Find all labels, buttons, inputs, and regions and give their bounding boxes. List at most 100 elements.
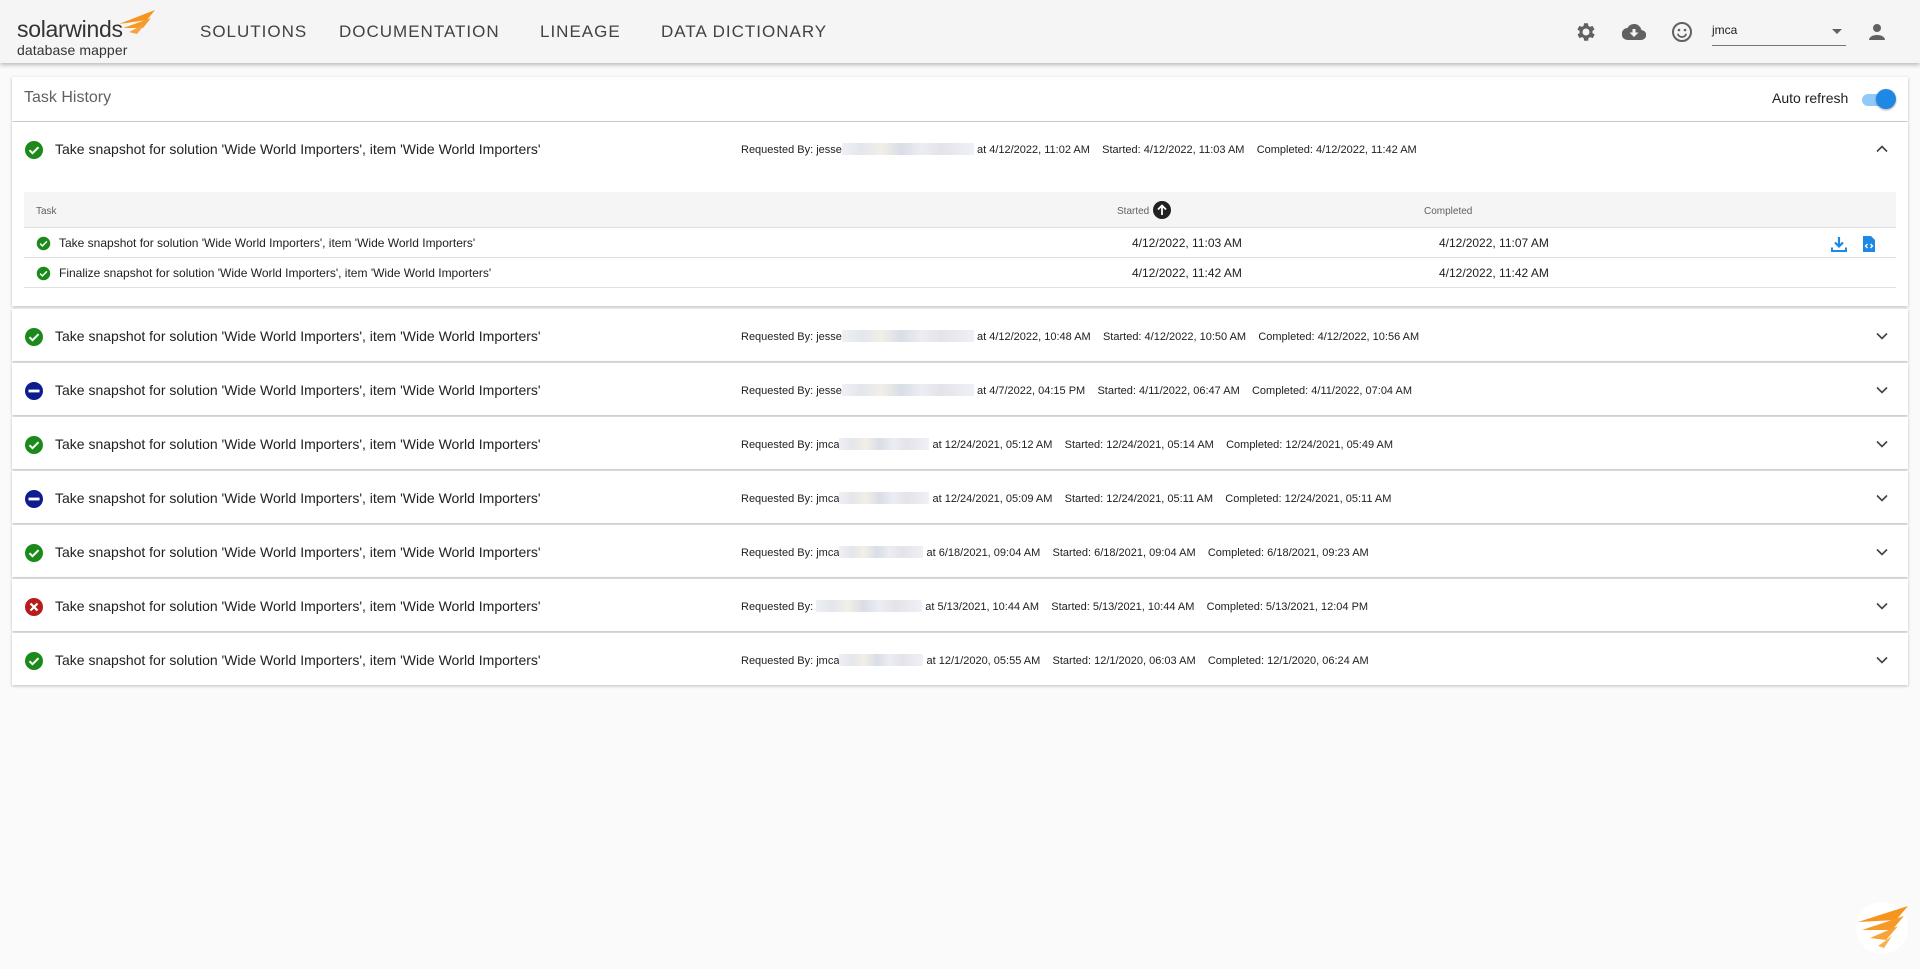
subtask-started: 4/12/2022, 11:03 AM bbox=[1132, 236, 1242, 250]
task-title: Take snapshot for solution 'Wide World I… bbox=[55, 141, 541, 157]
requested-by-label: Requested By: bbox=[741, 493, 814, 505]
task-row[interactable]: Take snapshot for solution 'Wide World I… bbox=[12, 122, 1908, 306]
requested-by-user: jmca bbox=[816, 547, 840, 559]
chevron-down-icon[interactable] bbox=[1874, 544, 1890, 560]
chevron-down-icon[interactable] bbox=[1874, 382, 1890, 398]
success-check-icon bbox=[25, 328, 43, 346]
requested-at: at 6/18/2021, 09:04 AM bbox=[926, 547, 1041, 559]
task-row[interactable]: Take snapshot for solution 'Wide World I… bbox=[12, 633, 1908, 685]
started-time: Started: 12/1/2020, 06:03 AM bbox=[1052, 655, 1196, 667]
requested-by-label: Requested By: bbox=[741, 385, 814, 397]
subtask-name: Finalize snapshot for solution 'Wide Wor… bbox=[59, 266, 492, 280]
completed-time: Completed: 12/24/2021, 05:11 AM bbox=[1225, 493, 1392, 505]
task-meta: Requested By: jesse at 4/12/2022, 11:02 … bbox=[741, 143, 1417, 156]
toggle-knob bbox=[1876, 89, 1896, 109]
started-time: Started: 5/13/2021, 10:44 AM bbox=[1051, 601, 1195, 613]
task-row[interactable]: Take snapshot for solution 'Wide World I… bbox=[12, 417, 1908, 469]
download-icon[interactable] bbox=[1830, 235, 1848, 253]
task-title: Take snapshot for solution 'Wide World I… bbox=[55, 382, 541, 398]
success-check-icon bbox=[25, 544, 43, 562]
requested-at: at 5/13/2021, 10:44 AM bbox=[925, 601, 1040, 613]
task-title: Take snapshot for solution 'Wide World I… bbox=[55, 544, 541, 560]
auto-refresh-toggle[interactable] bbox=[1860, 89, 1896, 109]
settings-icon[interactable] bbox=[1574, 20, 1598, 44]
nav-data-dictionary[interactable]: DATA DICTIONARY bbox=[661, 0, 827, 63]
requested-at: at 4/12/2022, 11:02 AM bbox=[976, 144, 1090, 156]
requested-at: at 12/24/2021, 05:12 AM bbox=[932, 439, 1053, 451]
chevron-down-icon[interactable] bbox=[1874, 652, 1890, 668]
redacted-name bbox=[839, 492, 930, 504]
file-code-icon[interactable] bbox=[1860, 235, 1878, 253]
chevron-down-icon[interactable] bbox=[1874, 598, 1890, 614]
completed-time: Completed: 12/24/2021, 05:49 AM bbox=[1226, 439, 1394, 451]
started-time: Started: 12/24/2021, 05:14 AM bbox=[1064, 439, 1214, 451]
column-started[interactable]: Started bbox=[1117, 206, 1149, 217]
requested-by-label: Requested By: bbox=[741, 601, 814, 613]
requested-by-label: Requested By: bbox=[741, 547, 814, 559]
requested-at: at 12/24/2021, 05:09 AM bbox=[932, 493, 1053, 505]
account-icon[interactable] bbox=[1865, 20, 1889, 44]
column-task[interactable]: Task bbox=[36, 206, 57, 217]
cancelled-icon bbox=[25, 490, 43, 508]
subtask-table-header: Task Started Completed bbox=[24, 192, 1896, 228]
subtask-row: Finalize snapshot for solution 'Wide Wor… bbox=[24, 258, 1896, 288]
subtask-row: Take snapshot for solution 'Wide World I… bbox=[24, 228, 1896, 258]
completed-time: Completed: 12/1/2020, 06:24 AM bbox=[1207, 655, 1369, 667]
started-time: Started: 4/12/2022, 11:03 AM bbox=[1102, 144, 1245, 156]
cloud-download-icon[interactable] bbox=[1622, 20, 1646, 44]
task-meta: Requested By: jmca at 12/1/2020, 05:55 A… bbox=[741, 654, 1369, 667]
task-meta: Requested By: jesse at 4/12/2022, 10:48 … bbox=[741, 330, 1419, 343]
solarwinds-logo[interactable]: solarwinds database mapper bbox=[17, 8, 167, 58]
smiley-icon[interactable] bbox=[1670, 20, 1694, 44]
requested-by-user: jmca bbox=[816, 493, 840, 505]
failed-x-icon bbox=[25, 598, 43, 616]
requested-by-user: jesse bbox=[816, 144, 842, 156]
chevron-down-icon[interactable] bbox=[1874, 436, 1890, 452]
task-row[interactable]: Take snapshot for solution 'Wide World I… bbox=[12, 471, 1908, 523]
redacted-name bbox=[839, 438, 930, 450]
solarwinds-bird-icon bbox=[1856, 902, 1908, 954]
completed-time: Completed: 4/11/2022, 07:04 AM bbox=[1251, 385, 1412, 397]
redacted-name bbox=[841, 384, 974, 396]
nav-documentation[interactable]: DOCUMENTATION bbox=[339, 0, 500, 63]
subtask-name: Take snapshot for solution 'Wide World I… bbox=[59, 236, 476, 250]
success-check-icon bbox=[25, 141, 43, 159]
task-title: Take snapshot for solution 'Wide World I… bbox=[55, 328, 541, 344]
chevron-down-icon[interactable] bbox=[1874, 328, 1890, 344]
solarwinds-bird-icon bbox=[119, 10, 155, 34]
task-row[interactable]: Take snapshot for solution 'Wide World I… bbox=[12, 309, 1908, 361]
success-check-icon bbox=[25, 652, 43, 670]
requested-by-user: jmca bbox=[816, 439, 840, 451]
success-check-icon bbox=[36, 266, 51, 281]
requested-by-label: Requested By: bbox=[741, 439, 814, 451]
requested-at: at 4/7/2022, 04:15 PM bbox=[976, 385, 1086, 397]
column-completed[interactable]: Completed bbox=[1424, 206, 1472, 217]
task-title: Take snapshot for solution 'Wide World I… bbox=[55, 598, 541, 614]
redacted-name bbox=[816, 600, 923, 612]
nav-solutions[interactable]: SOLUTIONS bbox=[200, 0, 307, 63]
task-row[interactable]: Take snapshot for solution 'Wide World I… bbox=[12, 363, 1908, 415]
chevron-up-icon[interactable] bbox=[1874, 141, 1890, 157]
redacted-name bbox=[839, 546, 924, 558]
requested-by-user: jesse bbox=[816, 331, 842, 343]
requested-at: at 12/1/2020, 05:55 AM bbox=[926, 655, 1041, 667]
user-select[interactable]: jmca bbox=[1712, 18, 1846, 46]
subtask-completed: 4/12/2022, 11:42 AM bbox=[1439, 266, 1549, 280]
user-select-value: jmca bbox=[1712, 23, 1738, 37]
completed-time: Completed: 6/18/2021, 09:23 AM bbox=[1207, 547, 1369, 559]
requested-by-label: Requested By: bbox=[741, 331, 814, 343]
redacted-name bbox=[839, 654, 924, 666]
started-time: Started: 4/12/2022, 10:50 AM bbox=[1102, 331, 1247, 343]
chevron-down-icon[interactable] bbox=[1874, 490, 1890, 506]
task-title: Take snapshot for solution 'Wide World I… bbox=[55, 652, 541, 668]
logo-product-name: database mapper bbox=[17, 42, 128, 58]
task-meta: Requested By: jesse at 4/7/2022, 04:15 P… bbox=[741, 384, 1412, 397]
chevron-down-icon bbox=[1832, 29, 1842, 34]
nav-lineage[interactable]: LINEAGE bbox=[540, 0, 621, 63]
task-row[interactable]: Take snapshot for solution 'Wide World I… bbox=[12, 525, 1908, 577]
requested-by-label: Requested By: bbox=[741, 655, 814, 667]
task-row[interactable]: Take snapshot for solution 'Wide World I… bbox=[12, 579, 1908, 631]
redacted-name bbox=[841, 330, 974, 342]
requested-by-label: Requested By: bbox=[741, 144, 814, 156]
sort-ascending-icon[interactable] bbox=[1153, 201, 1171, 219]
